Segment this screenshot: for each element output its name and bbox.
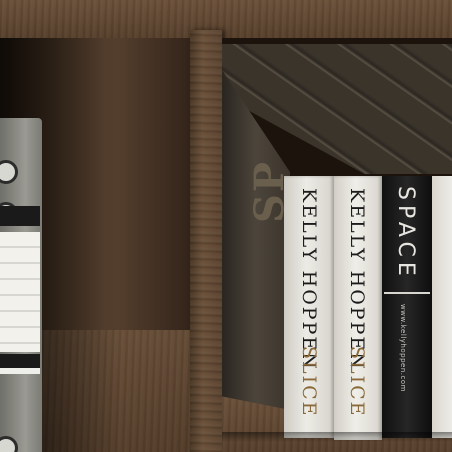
book-author: KELLY HOPPEN (346, 188, 368, 371)
binder-stripe (0, 206, 40, 226)
binder-label (0, 232, 40, 352)
book-subtitle: www.kellyhoppen.com (399, 304, 407, 392)
gray-binder (0, 118, 42, 452)
book-title: SLICE (346, 346, 368, 418)
top-shelf-board (0, 0, 452, 38)
binder-ring-icon (0, 160, 18, 184)
book-title: SLICE (298, 346, 320, 418)
bookshelf-photo: SP KELLY HOPPEN SLICE KELLY HOPPEN SLICE… (0, 0, 452, 452)
binder-ring-icon (0, 436, 18, 452)
book-spine (432, 176, 452, 438)
spine-divider (384, 292, 430, 294)
book-spine: SPACE www.kellyhoppen.com (382, 176, 432, 438)
book-spine: KELLY HOPPEN SLICE (334, 176, 382, 440)
book-author: KELLY HOPPEN (298, 188, 320, 371)
books-floor-shadow (222, 432, 452, 442)
book-title: SPACE (393, 186, 418, 281)
binder-label (0, 368, 40, 374)
vertical-divider-panel (190, 30, 222, 452)
book-spine: KELLY HOPPEN SLICE (284, 176, 334, 438)
binder-stripe (0, 354, 40, 368)
